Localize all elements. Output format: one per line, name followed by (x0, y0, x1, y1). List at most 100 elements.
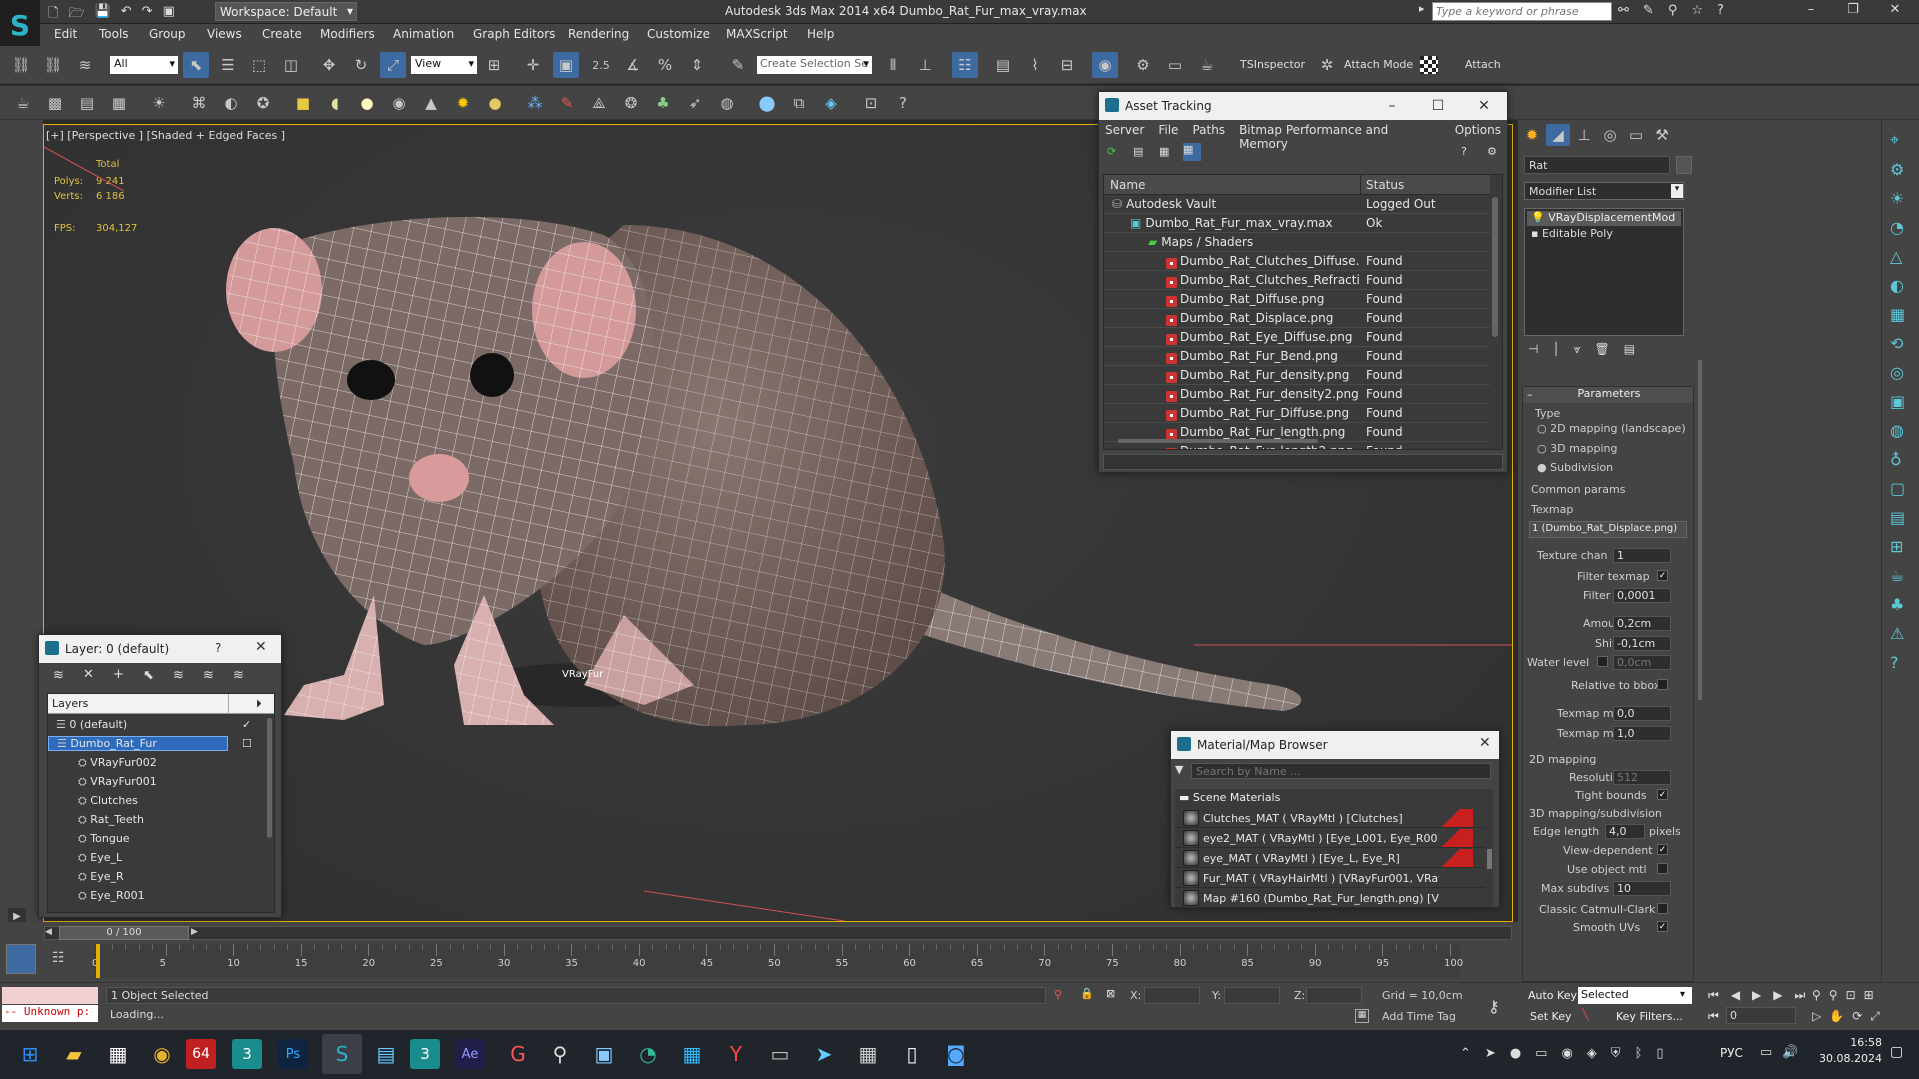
vray-hdri-icon[interactable]: ➶ (682, 90, 708, 116)
command-panel-scrollbar[interactable] (1698, 360, 1702, 700)
menu-group[interactable]: Group (149, 27, 186, 41)
motion-tab-icon[interactable]: ◎ (1598, 124, 1622, 146)
radio-3d-mapping[interactable]: ○ 3D mapping (1537, 442, 1618, 455)
tray-power-icon[interactable]: ▯ (1656, 1046, 1663, 1061)
named-selection-dropdown[interactable]: Create Selection Se ▾ (757, 56, 872, 74)
make-current-layer-icon[interactable]: ☐ (242, 737, 252, 750)
asset-tracking-titlebar[interactable]: Asset Tracking – ☐ ✕ (1099, 92, 1507, 120)
tray-nvidia-icon[interactable]: ◈ (1587, 1046, 1597, 1061)
camera-icon[interactable]: ⌘ (186, 90, 212, 116)
lights-icon[interactable]: ☀ (146, 90, 172, 116)
reference-coordinate-dropdown[interactable]: View ▾ (411, 56, 477, 74)
clock-time[interactable]: 16:58 (1822, 1036, 1882, 1049)
asset-row[interactable]: ▪ Dumbo_Rat_Fur_Bend.png Found (1104, 347, 1490, 366)
vray-sun-icon[interactable]: ✹ (450, 90, 476, 116)
vray-film-icon[interactable]: ▤ (1890, 508, 1905, 527)
layer-dialog-titlebar[interactable]: Layer: 0 (default) ? ✕ (39, 635, 281, 663)
binoculars-icon[interactable]: ⚯ (1618, 3, 1629, 18)
catmull-clark-checkbox[interactable] (1657, 903, 1668, 914)
help-icon[interactable]: ? (1717, 3, 1724, 18)
vray-cone-icon[interactable]: ▲ (418, 90, 444, 116)
3dsmax-2014-icon[interactable]: 3 (232, 1039, 262, 1069)
vray-tree-icon[interactable]: ♣ (1890, 595, 1905, 614)
view-dependent-checkbox[interactable]: ✓ (1657, 844, 1668, 855)
graphite-ribbon-icon[interactable]: ▤ (990, 52, 1016, 78)
layer-freeze-icon[interactable]: ≋ (233, 668, 244, 683)
keyboard-shortcut-override-icon[interactable]: ▣ (553, 52, 579, 78)
app-64-icon[interactable]: 64 (186, 1039, 216, 1069)
utilities-tab-icon[interactable]: ⚒ (1650, 124, 1674, 146)
relative-bbox-checkbox[interactable] (1657, 679, 1668, 690)
vray-rt-icon[interactable]: ◈ (818, 90, 844, 116)
scale-icon[interactable]: ⤢ (380, 52, 406, 78)
set-key-button[interactable]: Set Key (1530, 1010, 1572, 1023)
add-time-tag[interactable]: Add Time Tag (1382, 1010, 1456, 1023)
current-layer-check-icon[interactable]: ✓ (242, 718, 251, 731)
current-frame-field[interactable]: 0 (1726, 1007, 1796, 1024)
maximize-viewport-icon[interactable]: ⤢ (1870, 1009, 1880, 1024)
link-icon[interactable]: ⛓ (8, 52, 34, 78)
curve-editor-icon[interactable]: ⌇ (1022, 52, 1048, 78)
go-to-start-icon[interactable]: ⏮ (1708, 988, 1719, 1003)
next-frame-icon[interactable]: ▶ (1773, 988, 1782, 1003)
after-effects-icon[interactable]: Ae (455, 1039, 485, 1069)
texture-chan-spinner[interactable]: 1 (1613, 548, 1671, 563)
vray-sphere-icon[interactable]: ● (354, 90, 380, 116)
layer-select-icon[interactable]: ⬉ (143, 668, 154, 683)
minimize-icon[interactable]: – (1790, 2, 1832, 17)
app-logo-icon[interactable]: S (0, 0, 40, 50)
pan-icon[interactable]: ✋ (1829, 1009, 1844, 1024)
move-icon[interactable]: ✥ (316, 52, 342, 78)
stack-item-editable-poly[interactable]: ▪ Editable Poly (1527, 227, 1681, 242)
vray-plus-icon[interactable]: ⊞ (1890, 537, 1905, 556)
asset-menu-server[interactable]: Server (1105, 123, 1144, 139)
teapot-icon[interactable]: ☕ (10, 90, 36, 116)
list-icon[interactable]: ▤ (74, 90, 100, 116)
project-folder-icon[interactable]: ▣ (163, 4, 175, 26)
3dsmax-active-icon[interactable]: S (322, 1034, 362, 1074)
checker-icon[interactable] (1420, 56, 1438, 74)
material-item[interactable]: Fur_MAT ( VRayHairMtl ) [VRayFur001, VRa… (1175, 869, 1485, 888)
photoshop-icon[interactable]: Ps (278, 1039, 308, 1069)
texmap-min-spinner[interactable]: 0,0 (1613, 706, 1671, 721)
layer-delete-icon[interactable]: ✕ (83, 667, 94, 682)
notifications-icon[interactable]: ▢ (1890, 1044, 1903, 1060)
hide-column-icon[interactable]: ⏵ (256, 697, 262, 711)
file-explorer-icon[interactable]: ▰ (54, 1034, 94, 1074)
zoom-extents-all-icon[interactable]: ⊞ (1864, 988, 1874, 1002)
undo-icon[interactable]: ↶ (121, 4, 132, 26)
table-view-icon[interactable]: ▦ (1159, 145, 1169, 158)
vray-plane-icon[interactable]: ■ (290, 90, 316, 116)
telegram-icon[interactable]: ➤ (804, 1034, 844, 1074)
vray-sphere-fade-icon[interactable]: ❂ (618, 90, 644, 116)
camera-app-icon[interactable]: ◙ (936, 1034, 976, 1074)
vray-fur-icon[interactable]: ✎ (554, 90, 580, 116)
vray-box-icon[interactable]: ▣ (1890, 392, 1905, 411)
close-icon[interactable]: ✕ (1479, 735, 1491, 751)
asset-path-field[interactable] (1103, 454, 1503, 470)
asset-row[interactable]: ▪ Dumbo_Rat_Fur_density2.png Found (1104, 385, 1490, 404)
gimp-icon[interactable]: G (498, 1034, 538, 1074)
vray-mtl-icon[interactable]: ◍ (714, 90, 740, 116)
rendered-frame-window-icon[interactable]: ▭ (1162, 52, 1188, 78)
vray-sphere-icon[interactable]: ◔ (1890, 218, 1905, 237)
menu-customize[interactable]: Customize (647, 27, 710, 41)
layer-row[interactable]: ⛭ VRayFur001 (48, 772, 266, 791)
asset-help-icon[interactable]: ? (1461, 145, 1467, 158)
time-tag-icon[interactable]: ▦ (1355, 1009, 1369, 1023)
filter-texmap-checkbox[interactable]: ✓ (1657, 570, 1668, 581)
col-name[interactable]: Name (1110, 178, 1145, 192)
tools-icon[interactable]: ✎ (1643, 3, 1654, 18)
water-level-spinner[interactable]: 0,0cm (1613, 655, 1671, 670)
modifier-list-dropdown[interactable]: Modifier List ▾ (1524, 182, 1684, 200)
document-icon[interactable]: ▯ (892, 1034, 932, 1074)
isolate-selection-icon[interactable]: ⚲ (1054, 988, 1062, 1001)
water-level-checkbox[interactable] (1597, 656, 1608, 667)
keyboard-language[interactable]: РУС (1720, 1046, 1743, 1060)
shift-spinner[interactable]: -0,1cm (1613, 636, 1671, 651)
key-filters-button[interactable]: Key Filters... (1616, 1010, 1683, 1023)
key-icon[interactable]: ⚷ (1488, 997, 1500, 1016)
tray-telegram-icon[interactable]: ➤ (1485, 1046, 1496, 1061)
layer-row[interactable]: ⛭ Rat_Teeth (48, 810, 266, 829)
object-color-swatch[interactable] (1676, 156, 1692, 174)
